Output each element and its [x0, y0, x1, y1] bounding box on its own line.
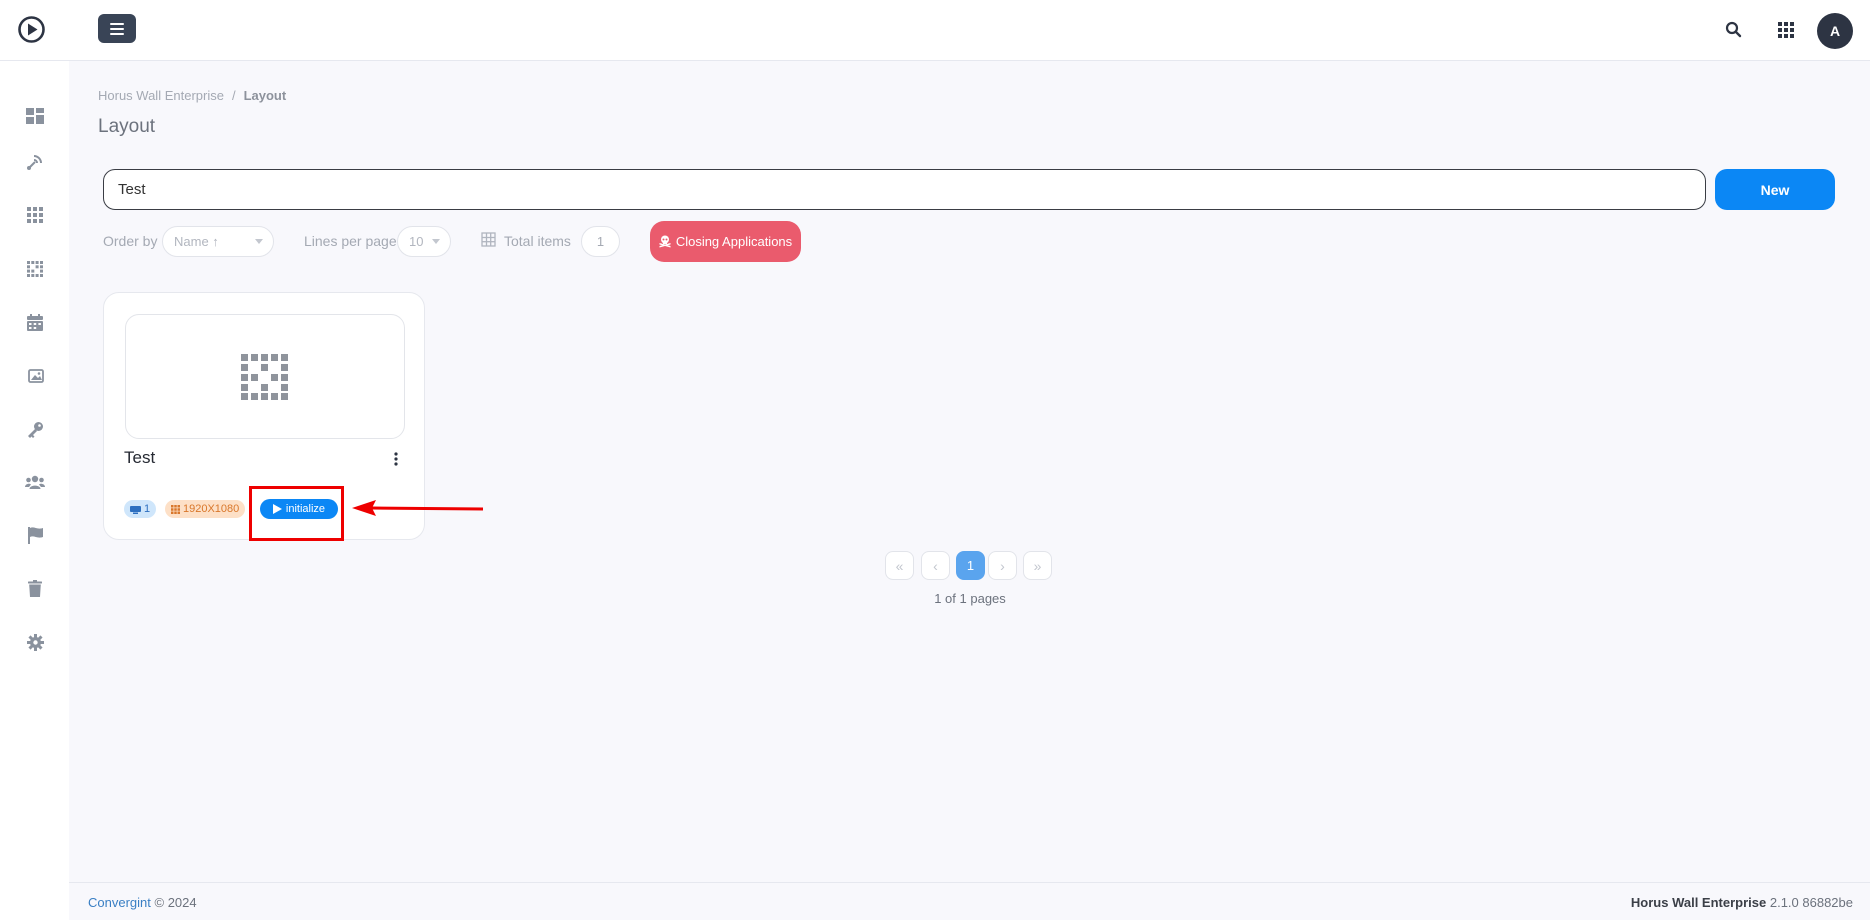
version-text: 2.1.0 86882be — [1769, 895, 1853, 910]
flag-icon[interactable] — [22, 522, 48, 548]
lines-per-page-value: 10 — [409, 234, 424, 249]
breadcrumb: Horus Wall Enterprise / Layout — [98, 88, 286, 103]
play-circle-logo[interactable] — [17, 15, 46, 44]
page-button-1[interactable]: 1 — [956, 551, 985, 580]
chevron-down-icon — [255, 239, 263, 244]
grid-icon[interactable] — [22, 202, 48, 228]
lines-per-page-select[interactable]: 10 — [397, 226, 451, 257]
image-icon[interactable] — [22, 362, 48, 388]
key-icon[interactable] — [22, 416, 48, 442]
new-button[interactable]: New — [1715, 169, 1835, 210]
layout-thumbnail[interactable] — [125, 314, 405, 439]
order-by-value: Name ↑ — [174, 234, 219, 249]
footer: Convergint © 2024 Horus Wall Enterprise … — [69, 882, 1870, 920]
order-by-select[interactable]: Name ↑ — [162, 226, 274, 257]
footer-version: Horus Wall Enterprise 2.1.0 86882be — [1631, 895, 1853, 910]
closing-applications-button[interactable]: Closing Applications — [650, 221, 801, 262]
search-icon[interactable] — [1724, 20, 1744, 40]
trash-icon[interactable] — [22, 575, 48, 601]
copyright-text: © 2024 — [154, 895, 197, 910]
page-title: Layout — [98, 116, 156, 137]
screens-count: 1 — [144, 503, 151, 515]
user-avatar[interactable]: A — [1817, 13, 1853, 49]
users-icon[interactable] — [22, 469, 48, 495]
apps-grid-icon[interactable] — [1777, 21, 1795, 39]
prev-page-button[interactable]: ‹ — [921, 551, 950, 580]
product-name: Horus Wall Enterprise — [1630, 895, 1767, 910]
hamburger-icon — [110, 22, 124, 35]
total-items-label: Total items — [504, 233, 571, 249]
dashboard-icon[interactable] — [22, 103, 48, 129]
calendar-icon[interactable] — [22, 309, 48, 335]
next-page-button[interactable]: › — [988, 551, 1017, 580]
gear-icon[interactable] — [22, 629, 48, 655]
annotation-highlight-box — [249, 486, 344, 541]
breadcrumb-separator: / — [231, 88, 236, 103]
sidebar — [0, 61, 69, 920]
order-by-label: Order by — [103, 233, 158, 249]
grid-icon — [171, 504, 180, 514]
layout-icon[interactable] — [22, 256, 48, 282]
screens-badge: 1 — [124, 500, 157, 518]
card-title[interactable]: Test — [124, 448, 155, 468]
more-options-icon[interactable] — [386, 449, 406, 469]
monitor-icon — [130, 505, 141, 514]
lines-per-page-label: Lines per page — [304, 233, 397, 249]
chevron-down-icon — [432, 239, 440, 244]
footer-copyright: Convergint © 2024 — [88, 895, 197, 910]
closing-applications-label: Closing Applications — [675, 234, 793, 249]
pagination-info: 1 of 1 pages — [934, 591, 1006, 606]
skull-crossbones-icon — [659, 235, 671, 248]
hamburger-menu-button[interactable] — [98, 14, 136, 43]
broadcast-icon[interactable] — [22, 149, 48, 175]
company-link[interactable]: Convergint — [88, 895, 151, 910]
annotation-arrow — [352, 500, 484, 516]
last-page-button[interactable]: » — [1023, 551, 1052, 580]
table-icon — [481, 232, 496, 247]
search-input[interactable] — [103, 169, 1706, 210]
top-bar: A — [0, 0, 1870, 61]
layout-grid-icon — [241, 353, 288, 400]
breadcrumb-current: Layout — [243, 88, 287, 103]
total-items-count: 1 — [581, 226, 620, 257]
first-page-button[interactable]: « — [885, 551, 914, 580]
resolution-value: 1920X1080 — [183, 503, 240, 515]
resolution-badge: 1920X1080 — [165, 500, 246, 518]
breadcrumb-parent-link[interactable]: Horus Wall Enterprise — [98, 88, 224, 103]
